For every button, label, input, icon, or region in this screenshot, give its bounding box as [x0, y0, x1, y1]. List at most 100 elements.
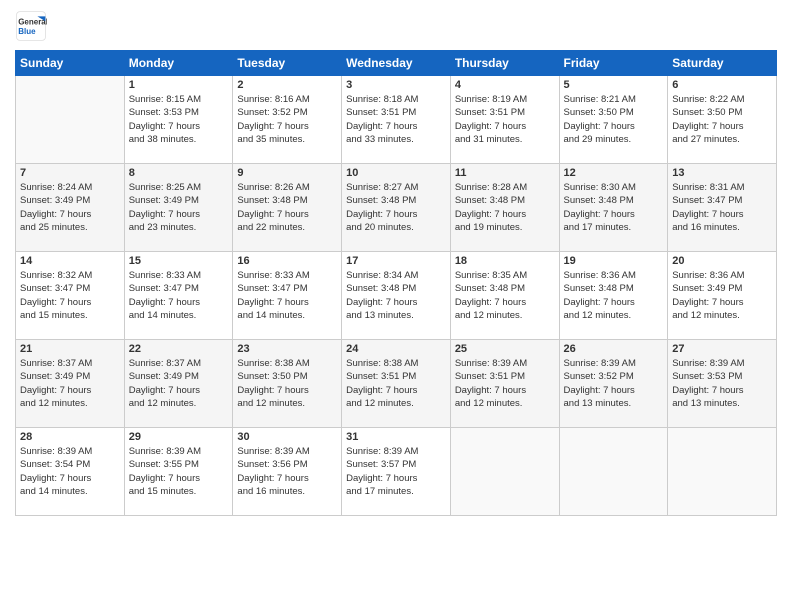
- calendar-cell: 9 Sunrise: 8:26 AMSunset: 3:48 PMDaylight…: [233, 164, 342, 252]
- calendar-cell: 23 Sunrise: 8:38 AMSunset: 3:50 PMDayligh…: [233, 340, 342, 428]
- day-info: Sunrise: 8:39 AMSunset: 3:57 PMDaylight:…: [346, 445, 446, 498]
- day-number: 19: [564, 255, 664, 267]
- header: General Blue: [15, 10, 777, 42]
- day-info: Sunrise: 8:35 AMSunset: 3:48 PMDaylight:…: [455, 269, 555, 322]
- day-info: Sunrise: 8:22 AMSunset: 3:50 PMDaylight:…: [672, 93, 772, 146]
- day-number: 10: [346, 167, 446, 179]
- day-number: 13: [672, 167, 772, 179]
- day-info: Sunrise: 8:31 AMSunset: 3:47 PMDaylight:…: [672, 181, 772, 234]
- day-info: Sunrise: 8:39 AMSunset: 3:56 PMDaylight:…: [237, 445, 337, 498]
- calendar-cell: 8Sunrise: 8:25 AMSunset: 3:49 PMDaylight…: [124, 164, 233, 252]
- day-number: 20: [672, 255, 772, 267]
- day-info: Sunrise: 8:39 AMSunset: 3:52 PMDaylight:…: [564, 357, 664, 410]
- day-info: Sunrise: 8:34 AMSunset: 3:48 PMDaylight:…: [346, 269, 446, 322]
- calendar-cell: 18 Sunrise: 8:35 AMSunset: 3:48 PMDayligh…: [450, 252, 559, 340]
- day-info: Sunrise: 8:26 AMSunset: 3:48 PMDaylight:…: [237, 181, 337, 234]
- day-info: Sunrise: 8:27 AMSunset: 3:48 PMDaylight:…: [346, 181, 446, 234]
- day-number: 21: [20, 343, 120, 355]
- day-number: 8: [129, 167, 229, 179]
- day-number: 26: [564, 343, 664, 355]
- day-info: Sunrise: 8:39 AMSunset: 3:53 PMDaylight:…: [672, 357, 772, 410]
- day-number: 5: [564, 79, 664, 91]
- day-header-tuesday: Tuesday: [233, 51, 342, 76]
- day-number: 17: [346, 255, 446, 267]
- day-info: Sunrise: 8:16 AMSunset: 3:52 PMDaylight:…: [237, 93, 337, 146]
- calendar-cell: 5 Sunrise: 8:21 AMSunset: 3:50 PMDaylight…: [559, 76, 668, 164]
- day-info: Sunrise: 8:24 AMSunset: 3:49 PMDaylight:…: [20, 181, 120, 234]
- day-number: 7: [20, 167, 120, 179]
- calendar-cell: [668, 428, 777, 516]
- day-info: Sunrise: 8:33 AMSunset: 3:47 PMDaylight:…: [237, 269, 337, 322]
- calendar-cell: 15 Sunrise: 8:33 AMSunset: 3:47 PMDayligh…: [124, 252, 233, 340]
- calendar-cell: 26 Sunrise: 8:39 AMSunset: 3:52 PMDayligh…: [559, 340, 668, 428]
- logo: General Blue: [15, 10, 51, 42]
- day-number: 27: [672, 343, 772, 355]
- calendar-cell: 11Sunrise: 8:28 AMSunset: 3:48 PMDayligh…: [450, 164, 559, 252]
- day-info: Sunrise: 8:39 AMSunset: 3:51 PMDaylight:…: [455, 357, 555, 410]
- day-info: Sunrise: 8:36 AMSunset: 3:49 PMDaylight:…: [672, 269, 772, 322]
- day-header-monday: Monday: [124, 51, 233, 76]
- calendar-cell: 28 Sunrise: 8:39 AMSunset: 3:54 PMDayligh…: [16, 428, 125, 516]
- calendar-cell: 22Sunrise: 8:37 AMSunset: 3:49 PMDayligh…: [124, 340, 233, 428]
- calendar-cell: 25 Sunrise: 8:39 AMSunset: 3:51 PMDayligh…: [450, 340, 559, 428]
- calendar-cell: 10 Sunrise: 8:27 AMSunset: 3:48 PMDayligh…: [342, 164, 451, 252]
- day-number: 28: [20, 431, 120, 443]
- calendar-cell: [450, 428, 559, 516]
- calendar-cell: 20 Sunrise: 8:36 AMSunset: 3:49 PMDayligh…: [668, 252, 777, 340]
- calendar-cell: 12 Sunrise: 8:30 AMSunset: 3:48 PMDayligh…: [559, 164, 668, 252]
- day-number: 16: [237, 255, 337, 267]
- day-header-friday: Friday: [559, 51, 668, 76]
- logo-icon: General Blue: [15, 10, 47, 42]
- day-number: 15: [129, 255, 229, 267]
- day-number: 14: [20, 255, 120, 267]
- day-number: 22: [129, 343, 229, 355]
- day-number: 9: [237, 167, 337, 179]
- calendar-cell: 4Sunrise: 8:19 AMSunset: 3:51 PMDaylight…: [450, 76, 559, 164]
- day-info: Sunrise: 8:18 AMSunset: 3:51 PMDaylight:…: [346, 93, 446, 146]
- day-info: Sunrise: 8:32 AMSunset: 3:47 PMDaylight:…: [20, 269, 120, 322]
- day-header-saturday: Saturday: [668, 51, 777, 76]
- calendar-cell: 17 Sunrise: 8:34 AMSunset: 3:48 PMDayligh…: [342, 252, 451, 340]
- calendar-cell: 21Sunrise: 8:37 AMSunset: 3:49 PMDayligh…: [16, 340, 125, 428]
- calendar-cell: 7 Sunrise: 8:24 AMSunset: 3:49 PMDaylight…: [16, 164, 125, 252]
- calendar-cell: 29 Sunrise: 8:39 AMSunset: 3:55 PMDayligh…: [124, 428, 233, 516]
- day-info: Sunrise: 8:39 AMSunset: 3:54 PMDaylight:…: [20, 445, 120, 498]
- calendar-cell: [559, 428, 668, 516]
- day-number: 12: [564, 167, 664, 179]
- calendar-cell: 13 Sunrise: 8:31 AMSunset: 3:47 PMDayligh…: [668, 164, 777, 252]
- day-info: Sunrise: 8:36 AMSunset: 3:48 PMDaylight:…: [564, 269, 664, 322]
- calendar-cell: 24 Sunrise: 8:38 AMSunset: 3:51 PMDayligh…: [342, 340, 451, 428]
- day-number: 11: [455, 167, 555, 179]
- day-number: 18: [455, 255, 555, 267]
- calendar-table: SundayMondayTuesdayWednesdayThursdayFrid…: [15, 50, 777, 516]
- day-info: Sunrise: 8:38 AMSunset: 3:50 PMDaylight:…: [237, 357, 337, 410]
- day-info: Sunrise: 8:21 AMSunset: 3:50 PMDaylight:…: [564, 93, 664, 146]
- calendar-cell: 16 Sunrise: 8:33 AMSunset: 3:47 PMDayligh…: [233, 252, 342, 340]
- day-header-thursday: Thursday: [450, 51, 559, 76]
- calendar-cell: 1 Sunrise: 8:15 AMSunset: 3:53 PMDaylight…: [124, 76, 233, 164]
- day-info: Sunrise: 8:33 AMSunset: 3:47 PMDaylight:…: [129, 269, 229, 322]
- day-number: 23: [237, 343, 337, 355]
- day-number: 25: [455, 343, 555, 355]
- day-header-wednesday: Wednesday: [342, 51, 451, 76]
- calendar-cell: 2 Sunrise: 8:16 AMSunset: 3:52 PMDaylight…: [233, 76, 342, 164]
- day-header-sunday: Sunday: [16, 51, 125, 76]
- day-info: Sunrise: 8:39 AMSunset: 3:55 PMDaylight:…: [129, 445, 229, 498]
- calendar-cell: 31 Sunrise: 8:39 AMSunset: 3:57 PMDayligh…: [342, 428, 451, 516]
- day-number: 24: [346, 343, 446, 355]
- calendar-cell: 14 Sunrise: 8:32 AMSunset: 3:47 PMDayligh…: [16, 252, 125, 340]
- day-number: 2: [237, 79, 337, 91]
- svg-text:Blue: Blue: [18, 27, 36, 36]
- day-info: Sunrise: 8:15 AMSunset: 3:53 PMDaylight:…: [129, 93, 229, 146]
- day-number: 1: [129, 79, 229, 91]
- day-info: Sunrise: 8:30 AMSunset: 3:48 PMDaylight:…: [564, 181, 664, 234]
- day-number: 31: [346, 431, 446, 443]
- calendar-cell: 3 Sunrise: 8:18 AMSunset: 3:51 PMDaylight…: [342, 76, 451, 164]
- calendar-cell: [16, 76, 125, 164]
- day-number: 6: [672, 79, 772, 91]
- day-info: Sunrise: 8:38 AMSunset: 3:51 PMDaylight:…: [346, 357, 446, 410]
- calendar-cell: 19 Sunrise: 8:36 AMSunset: 3:48 PMDayligh…: [559, 252, 668, 340]
- page: General Blue SundayMondayTuesdayWednesda…: [0, 0, 792, 612]
- day-number: 29: [129, 431, 229, 443]
- day-number: 3: [346, 79, 446, 91]
